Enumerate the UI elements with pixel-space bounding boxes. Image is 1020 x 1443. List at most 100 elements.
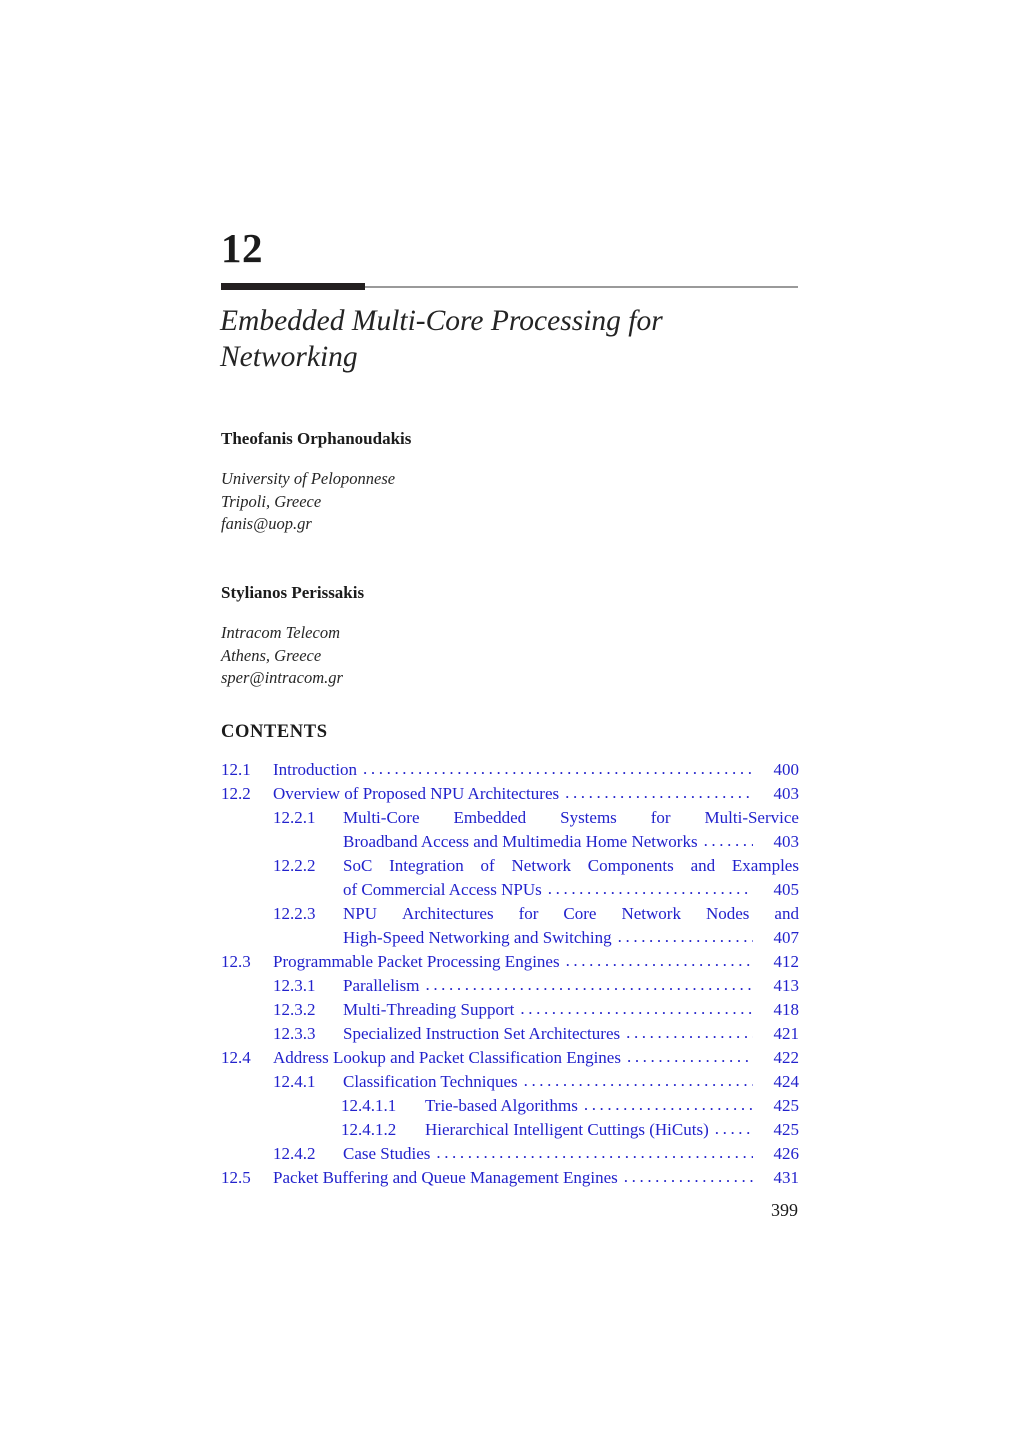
toc-line: 12.4.1.1 Trie-based Algorithms...........… (221, 1094, 799, 1118)
toc-line: 12.3.2 Multi-Threading Support...........… (221, 998, 799, 1022)
chapter-rule-thin-segment (365, 285, 798, 288)
toc-entry-title: of Commercial Access NPUs (343, 880, 542, 899)
toc-entry-body: Specialized Instruction Set Architecture… (343, 1022, 799, 1046)
toc-entry[interactable]: 12.5 Packet Buffering and Queue Managemen… (221, 1166, 799, 1190)
toc-entry[interactable]: 12.2.2 SoC Integration of Network Components a… (221, 854, 799, 902)
toc-page-number: 418 (773, 1000, 800, 1019)
toc-entry[interactable]: 12.4.1.1 Trie-based Algorithms...........… (221, 1094, 799, 1118)
toc-entry-number: 12.3.2 (273, 1000, 316, 1019)
toc-entry[interactable]: 12.1 Introduction........................… (221, 758, 799, 782)
toc-entry-title: Programmable Packet Processing Engines (273, 952, 560, 971)
toc-entry[interactable]: 12.4.1 Classification Techniques.........… (221, 1070, 799, 1094)
toc-dot-leader: ........................................… (626, 1023, 753, 1042)
toc-entry[interactable]: 12.4.1.2 Hierarchical Intelligent Cutting… (221, 1118, 799, 1142)
author-name: Theofanis Orphanoudakis (221, 429, 412, 448)
toc-entry[interactable]: 12.2.3 NPU Architectures for Core Network Node… (221, 902, 799, 950)
toc-entry-body: NPU Architectures for Core Network Nodes and (343, 902, 799, 926)
toc-entry-number: 12.1 (221, 760, 251, 779)
toc-entry-number: 12.5 (221, 1168, 251, 1187)
toc-dot-leader: ........................................… (520, 999, 753, 1018)
toc-page-number: 405 (773, 880, 800, 899)
toc-entry-number: 12.2.3 (273, 904, 316, 923)
toc-entry[interactable]: 12.3.2 Multi-Threading Support...........… (221, 998, 799, 1022)
toc-entry-title: SoC Integration of Network Components and Exam… (343, 856, 799, 875)
toc-page-number: 425 (773, 1120, 800, 1139)
toc-entry[interactable]: 12.2.1 Multi-Core Embedded Systems for Multi-… (221, 806, 799, 854)
toc-entry-number: 12.4.2 (273, 1144, 316, 1163)
chapter-title-line-2: Networking (220, 341, 358, 373)
toc-entry-body: Hierarchical Intelligent Cuttings (HiCut… (425, 1118, 799, 1142)
toc-line: High-Speed Networking and Switching.....… (221, 926, 799, 950)
toc-page-number: 422 (773, 1048, 800, 1067)
toc-entry-body: Packet Buffering and Queue Management En… (273, 1166, 799, 1190)
document-page: 12 Embedded Multi-Core Processing for Ne… (0, 0, 1020, 1443)
contents-heading: CONTENTS (221, 722, 328, 742)
toc-entry[interactable]: 12.3.1 Parallelism.......................… (221, 974, 799, 998)
author-affiliation: Intracom Telecom Athens, Greece sper@int… (221, 622, 741, 690)
toc-dot-leader: ........................................… (565, 951, 753, 970)
author-institution: University of Peloponnese (221, 469, 396, 488)
toc-line: 12.5 Packet Buffering and Queue Managemen… (221, 1166, 799, 1190)
toc-entry-title: Address Lookup and Packet Classification… (273, 1048, 621, 1067)
toc-entry-title: Case Studies (343, 1144, 431, 1163)
toc-page-number: 424 (773, 1072, 800, 1091)
toc-entry-body: High-Speed Networking and Switching.....… (343, 926, 799, 950)
author-email: sper@intracom.gr (221, 668, 343, 687)
toc-line: 12.3.1 Parallelism.......................… (221, 974, 799, 998)
author-name: Stylianos Perissakis (221, 583, 365, 602)
author-affiliation: University of Peloponnese Tripoli, Greec… (221, 468, 741, 536)
author-email: fanis@uop.gr (221, 514, 312, 533)
toc-line: 12.2.2 SoC Integration of Network Components a… (221, 854, 799, 878)
chapter-title: Embedded Multi-Core Processing for Netwo… (220, 303, 780, 375)
toc-page-number: 425 (773, 1096, 800, 1115)
toc-line: 12.4.1.2 Hierarchical Intelligent Cutting… (221, 1118, 799, 1142)
toc-entry[interactable]: 12.4 Address Lookup and Packet Classifica… (221, 1046, 799, 1070)
toc-line: 12.4.2 Case Studies......................… (221, 1142, 799, 1166)
toc-entry-body: Multi-Core Embedded Systems for Multi-Servic… (343, 806, 799, 830)
toc-entry-title: Parallelism (343, 976, 420, 995)
table-of-contents: 12.1 Introduction........................… (221, 758, 799, 1190)
toc-dot-leader: ........................................… (714, 1119, 753, 1138)
toc-dot-leader: ........................................… (626, 1047, 753, 1066)
toc-line: Broadband Access and Multimedia Home Net… (221, 830, 799, 854)
toc-dot-leader: ........................................… (436, 1143, 753, 1162)
chapter-number: 12 (221, 225, 263, 271)
toc-entry[interactable]: 12.3 Programmable Packet Processing Engin… (221, 950, 799, 974)
chapter-rule (221, 283, 798, 290)
chapter-title-line-1: Embedded Multi-Core Processing for (220, 305, 663, 337)
toc-entry[interactable]: 12.3.3 Specialized Instruction Set Archit… (221, 1022, 799, 1046)
toc-entry-body: Parallelism.............................… (343, 974, 799, 998)
toc-page-number: 413 (773, 976, 800, 995)
toc-entry-number: 12.4 (221, 1048, 251, 1067)
toc-entry-body: Overview of Proposed NPU Architectures..… (273, 782, 799, 806)
chapter-rule-thick-segment (221, 283, 365, 290)
toc-page-number: 403 (773, 784, 800, 803)
toc-entry-title: High-Speed Networking and Switching (343, 928, 612, 947)
toc-entry[interactable]: 12.2 Overview of Proposed NPU Architectur… (221, 782, 799, 806)
toc-entry-body: Multi-Threading Support.................… (343, 998, 799, 1022)
toc-entry-number: 12.4.1.2 (341, 1120, 397, 1139)
toc-line: 12.4.1 Classification Techniques.........… (221, 1070, 799, 1094)
author-block-1: Theofanis Orphanoudakis University of Pe… (221, 428, 741, 536)
toc-entry-title: Multi-Threading Support (343, 1000, 515, 1019)
page-folio: 399 (771, 1200, 798, 1220)
toc-entry-title: Broadband Access and Multimedia Home Net… (343, 832, 698, 851)
toc-page-number: 421 (773, 1024, 800, 1043)
toc-entry-title: NPU Architectures for Core Network Nodes and (343, 904, 799, 923)
toc-page-number: 403 (773, 832, 800, 851)
toc-entry-title: Specialized Instruction Set Architecture… (343, 1024, 621, 1043)
toc-entry-number: 12.3.3 (273, 1024, 316, 1043)
toc-dot-leader: ........................................… (617, 927, 753, 946)
toc-dot-leader: ........................................… (523, 1071, 753, 1090)
toc-entry-body: Classification Techniques...............… (343, 1070, 799, 1094)
toc-entry-body: Trie-based Algorithms...................… (425, 1094, 799, 1118)
toc-line: 12.2 Overview of Proposed NPU Architectur… (221, 782, 799, 806)
toc-dot-leader: ........................................… (565, 783, 753, 802)
toc-line: of Commercial Access NPUs...............… (221, 878, 799, 902)
toc-entry-title: Introduction (273, 760, 358, 779)
toc-page-number: 431 (773, 1168, 800, 1187)
toc-entry[interactable]: 12.4.2 Case Studies......................… (221, 1142, 799, 1166)
toc-entry-title: Trie-based Algorithms (425, 1096, 578, 1115)
toc-entry-body: Introduction............................… (273, 758, 799, 782)
toc-entry-number: 12.2.2 (273, 856, 316, 875)
